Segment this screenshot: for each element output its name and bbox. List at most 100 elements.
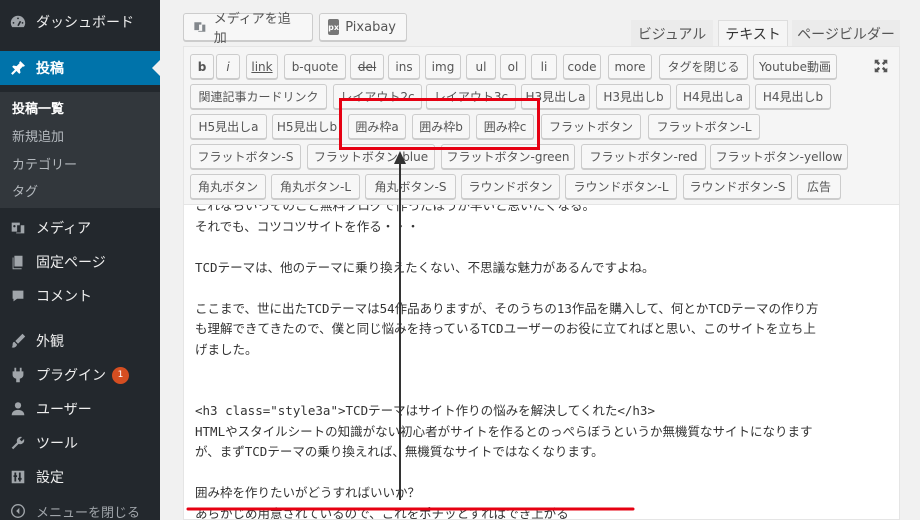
quicktag-button[interactable]: 囲み枠a (348, 114, 406, 139)
tab-text[interactable]: テキスト (718, 20, 788, 47)
quicktag-button[interactable]: H4見出しa (676, 84, 750, 109)
quicktag-button[interactable]: Youtube動画 (753, 54, 837, 79)
plugin-update-badge: 1 (112, 366, 129, 384)
submenu-tags[interactable]: タグ (12, 181, 38, 200)
menu-collapse[interactable]: メニューを閉じる (0, 494, 160, 520)
quicktag-button[interactable]: レイアウト2c (333, 84, 422, 109)
menu-settings[interactable]: 設定 (0, 460, 160, 494)
content-line: 囲み枠を作りたいがどうすればいいか？ (195, 485, 421, 500)
quicktag-button[interactable]: 角丸ボタン (190, 174, 266, 199)
quicktag-button[interactable]: フラットボタン (541, 114, 641, 139)
menu-tools-label: ツール (36, 436, 78, 452)
quicktag-button[interactable]: H4見出しb (755, 84, 831, 109)
quicktag-button[interactable]: ul (466, 54, 496, 79)
quicktag-button[interactable]: img (425, 54, 461, 79)
content-line: TCDテーマは、他のテーマに乗り換えたくない、不思議な魅力があるんですよね。 (195, 259, 655, 275)
content-line: それでも、コツコツサイトを作る・・・ (195, 218, 420, 234)
quicktag-button[interactable]: フラットボタン-red (581, 144, 706, 169)
content-line: <h3 class="style3a">TCDテーマはサイト作りの悩みを解決して… (195, 403, 655, 418)
content-line: あらかじめ用意されているので、これをポチッとすればでき上がる (195, 505, 569, 520)
menu-comments[interactable]: コメント (0, 279, 160, 313)
quicktag-button[interactable]: i (216, 54, 240, 79)
menu-dashboard[interactable]: ダッシュボード (0, 5, 160, 39)
quicktag-button[interactable]: レイアウト3c (426, 84, 516, 109)
quicktag-button[interactable]: ラウンドボタン-L (565, 174, 677, 199)
quicktag-button[interactable]: フラットボタン-yellow (710, 144, 848, 169)
menu-settings-label: 設定 (36, 470, 64, 486)
add-media-label: メディアを追加 (213, 12, 291, 46)
quicktag-button[interactable]: H5見出しb (272, 114, 342, 139)
add-media-button[interactable]: メディアを追加 (183, 12, 313, 46)
pixabay-logo-icon: px (328, 19, 340, 35)
pin-icon (0, 59, 36, 77)
menu-tools[interactable]: ツール (0, 426, 160, 460)
menu-plugins-label: プラグイン (36, 368, 106, 384)
quicktag-button[interactable]: b-quote (284, 54, 346, 79)
quicktag-button[interactable]: H3見出しa (521, 84, 590, 109)
menu-comments-label: コメント (36, 289, 92, 305)
menu-appearance[interactable]: 外観 (0, 324, 160, 358)
paintbrush-icon (0, 332, 36, 350)
menu-pages-label: 固定ページ (36, 255, 106, 271)
submenu-all-posts[interactable]: 投稿一覧 (12, 98, 64, 117)
dashboard-icon (0, 13, 36, 31)
expand-icon (874, 59, 888, 73)
quicktag-button[interactable]: del (350, 54, 384, 79)
submenu-add-new[interactable]: 新規追加 (12, 126, 64, 145)
media-icon (0, 219, 36, 237)
content-line: ここまで、世に出たTCDテーマは54作品ありますが、そのうちの13作品を購入して… (195, 300, 819, 316)
content-line: げました。 (195, 341, 258, 357)
quicktag-button[interactable]: タグを閉じる (659, 54, 748, 79)
quicktag-button[interactable]: H3見出しb (596, 84, 671, 109)
menu-posts[interactable]: 投稿 (0, 51, 160, 85)
content-line: これならいっそのこと無料ブログで作ったほうが早いと思いたくなる。 (195, 204, 596, 213)
quicktag-button[interactable]: li (531, 54, 557, 79)
pixabay-button[interactable]: px Pixabay (319, 13, 407, 41)
menu-users[interactable]: ユーザー (0, 392, 160, 426)
quicktag-button[interactable]: 関連記事カードリンク (190, 84, 327, 109)
content-line: HTMLやスタイルシートの知識がない初心者がサイトを作るとのっぺらぼうというか無… (195, 423, 813, 439)
menu-dashboard-label: ダッシュボード (36, 15, 134, 31)
quicktag-button[interactable]: 囲み枠b (412, 114, 470, 139)
quicktag-button[interactable]: ins (388, 54, 420, 79)
quicktag-button[interactable]: 広告 (797, 174, 841, 199)
quicktag-button[interactable]: b (190, 54, 214, 79)
quicktag-button[interactable]: ol (500, 54, 526, 79)
tab-visual[interactable]: ビジュアル (631, 20, 713, 47)
quicktag-button[interactable]: 角丸ボタン-L (271, 174, 360, 199)
quicktag-button[interactable]: ラウンドボタン-S (683, 174, 792, 199)
quicktag-button[interactable]: フラットボタン-L (648, 114, 760, 139)
content-line: も理解できてきたので、僕と同じ悩みを持っているTCDユーザーのお役に立てればと思… (195, 321, 816, 336)
post-content-textarea[interactable]: これならいっそのこと無料ブログで作ったほうが早いと思いたくなる。それでも、コツコ… (183, 204, 900, 520)
posts-submenu: 投稿一覧 新規追加 カテゴリー タグ (0, 92, 160, 208)
active-indicator (152, 60, 160, 76)
page-icon (0, 253, 36, 271)
quicktag-button[interactable]: 囲み枠c (476, 114, 534, 139)
menu-posts-label: 投稿 (36, 61, 64, 77)
comment-icon (0, 287, 36, 305)
settings-sliders-icon (0, 468, 36, 486)
wrench-icon (0, 434, 36, 452)
menu-appearance-label: 外観 (36, 334, 64, 350)
media-icon (194, 22, 206, 32)
quicktag-button[interactable]: code (563, 54, 601, 79)
menu-plugins[interactable]: プラグイン 1 (0, 358, 160, 392)
quicktag-button[interactable]: フラットボタン-green (441, 144, 575, 169)
pixabay-label: Pixabay (345, 19, 396, 35)
quicktag-button[interactable]: H5見出しa (190, 114, 267, 139)
quicktag-button[interactable]: 角丸ボタン-S (365, 174, 456, 199)
collapse-arrow-icon (0, 502, 36, 520)
submenu-categories[interactable]: カテゴリー (12, 154, 77, 173)
quicktag-button[interactable]: more (608, 54, 652, 79)
menu-pages[interactable]: 固定ページ (0, 245, 160, 279)
menu-media[interactable]: メディア (0, 211, 160, 245)
quicktag-button[interactable]: link (246, 54, 278, 79)
quicktag-button[interactable]: フラットボタン-S (190, 144, 301, 169)
fullscreen-button[interactable] (870, 55, 892, 77)
content-line: が、まずTCDテーマの乗り換えれば、無機質なサイトではなくなります。 (195, 444, 604, 459)
menu-collapse-label: メニューを閉じる (36, 505, 141, 520)
tab-page-builder[interactable]: ページビルダー (792, 20, 900, 47)
quicktag-button[interactable]: ラウンドボタン (461, 174, 560, 199)
user-icon (0, 400, 36, 418)
quicktag-button[interactable]: フラットボタン-blue (307, 144, 435, 169)
